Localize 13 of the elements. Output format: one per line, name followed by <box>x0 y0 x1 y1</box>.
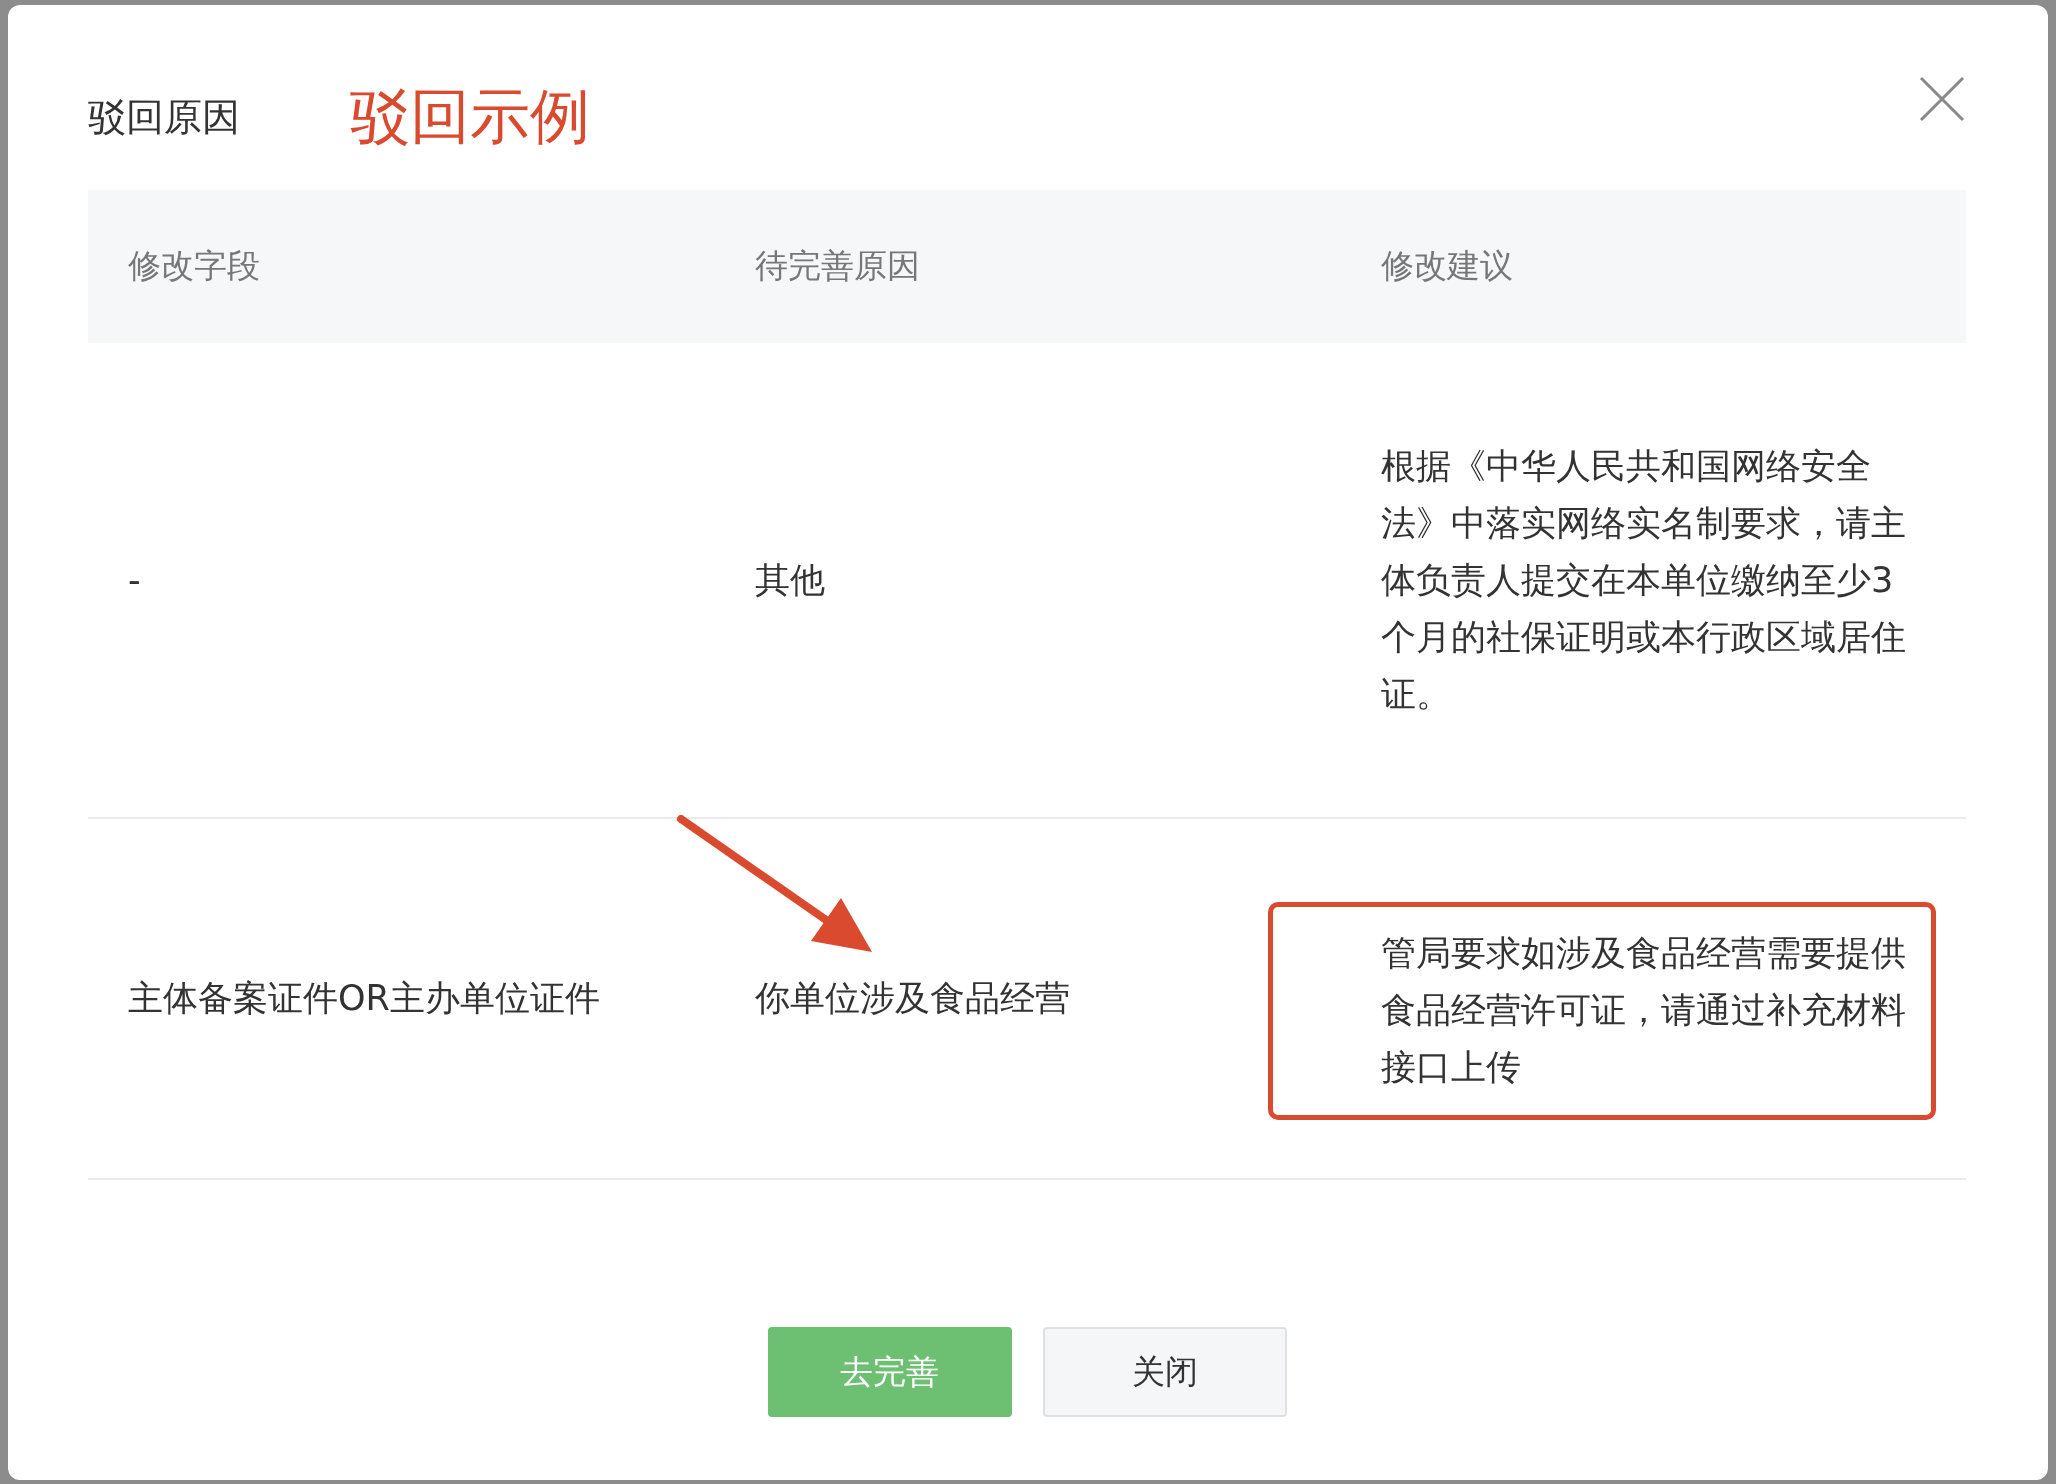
table-cell: - <box>128 560 141 600</box>
column-header: 待完善原因 <box>755 245 920 287</box>
table-cell-text: 你单位涉及食品经营 <box>755 977 1070 1020</box>
annotation-label: 驳回示例 <box>350 80 590 153</box>
table-cell-text: 主体备案证件OR主办单位证件 <box>128 977 600 1020</box>
column-header: 修改建议 <box>1381 245 1513 287</box>
table-cell-text: 根据《中华人民共和国网络安全法》中落实网络实名制要求，请主体负责人提交在本单位缴纳至少3个月的社保证明或本行政区域居住证。 <box>1381 444 1907 716</box>
table-cell-text: 管局要求如涉及食品经营需要提供食品经营许可证，请通过补充材料接口上传 <box>1381 932 1907 1089</box>
dialog-title: 驳回原因 <box>88 94 240 141</box>
column-header: 修改字段 <box>128 245 260 287</box>
close-button[interactable]: 关闭 <box>1042 1327 1287 1417</box>
close-icon[interactable] <box>1918 75 1966 123</box>
table-cell-text: 其他 <box>755 558 825 602</box>
